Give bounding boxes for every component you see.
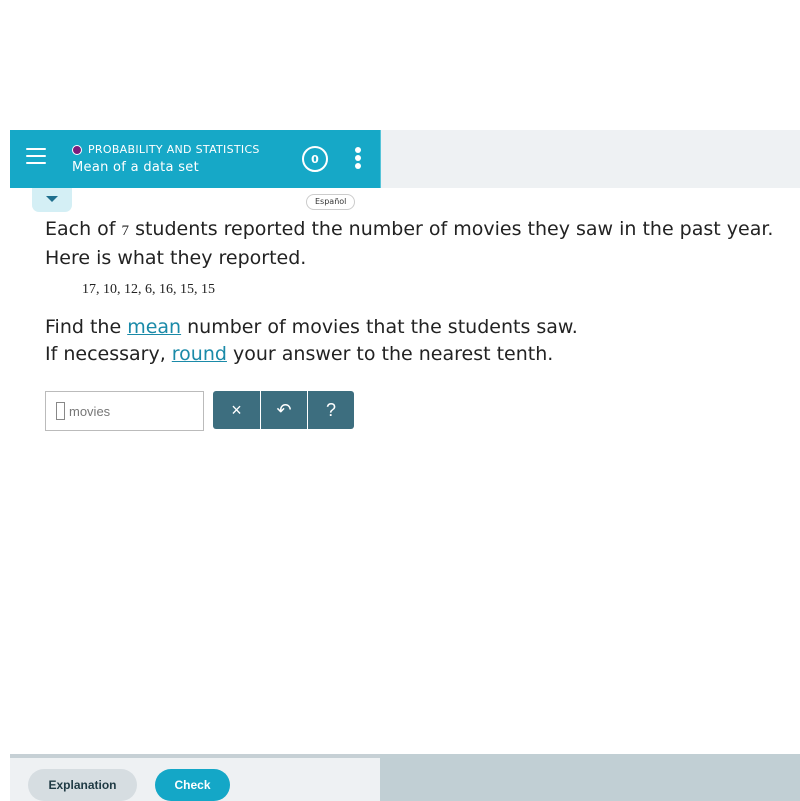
round-link[interactable]: round (172, 343, 227, 365)
data-values: 17, 10, 12, 6, 16, 15, 15 (82, 282, 215, 297)
explanation-button[interactable]: Explanation (28, 769, 137, 801)
score-badge: 0 (302, 146, 328, 172)
top-bar-extension (380, 130, 800, 188)
instruction-text: Find the mean number of movies that the … (45, 316, 578, 365)
student-count: 7 (121, 223, 130, 239)
lesson-title: Mean of a data set (72, 160, 199, 175)
clear-button[interactable]: × (213, 391, 260, 429)
topic-label: PROBABILITY AND STATISTICS (72, 143, 260, 156)
close-icon: × (231, 399, 242, 420)
collapse-toggle[interactable] (32, 188, 72, 212)
answer-tools: × ↶ ? (213, 391, 354, 429)
topic-text: PROBABILITY AND STATISTICS (88, 143, 260, 156)
undo-icon: ↶ (276, 399, 292, 420)
input-placeholder-box (56, 402, 65, 420)
top-bar: PROBABILITY AND STATISTICS Mean of a dat… (10, 130, 380, 188)
mean-link[interactable]: mean (127, 316, 181, 338)
hamburger-menu-icon[interactable] (26, 148, 46, 168)
help-button[interactable]: ? (307, 391, 354, 429)
help-icon: ? (325, 399, 336, 420)
answer-input[interactable]: movies (45, 391, 204, 431)
more-options-icon[interactable] (352, 147, 364, 173)
question-text: Each of 7 students reported the number o… (45, 218, 774, 269)
chevron-down-icon (46, 196, 58, 202)
language-toggle-button[interactable]: Español (306, 194, 356, 210)
topic-dot-icon (72, 144, 82, 155)
check-button[interactable]: Check (155, 769, 230, 801)
footer-bar-extension (380, 754, 800, 801)
undo-button[interactable]: ↶ (260, 391, 307, 429)
unit-label: movies (69, 403, 111, 419)
